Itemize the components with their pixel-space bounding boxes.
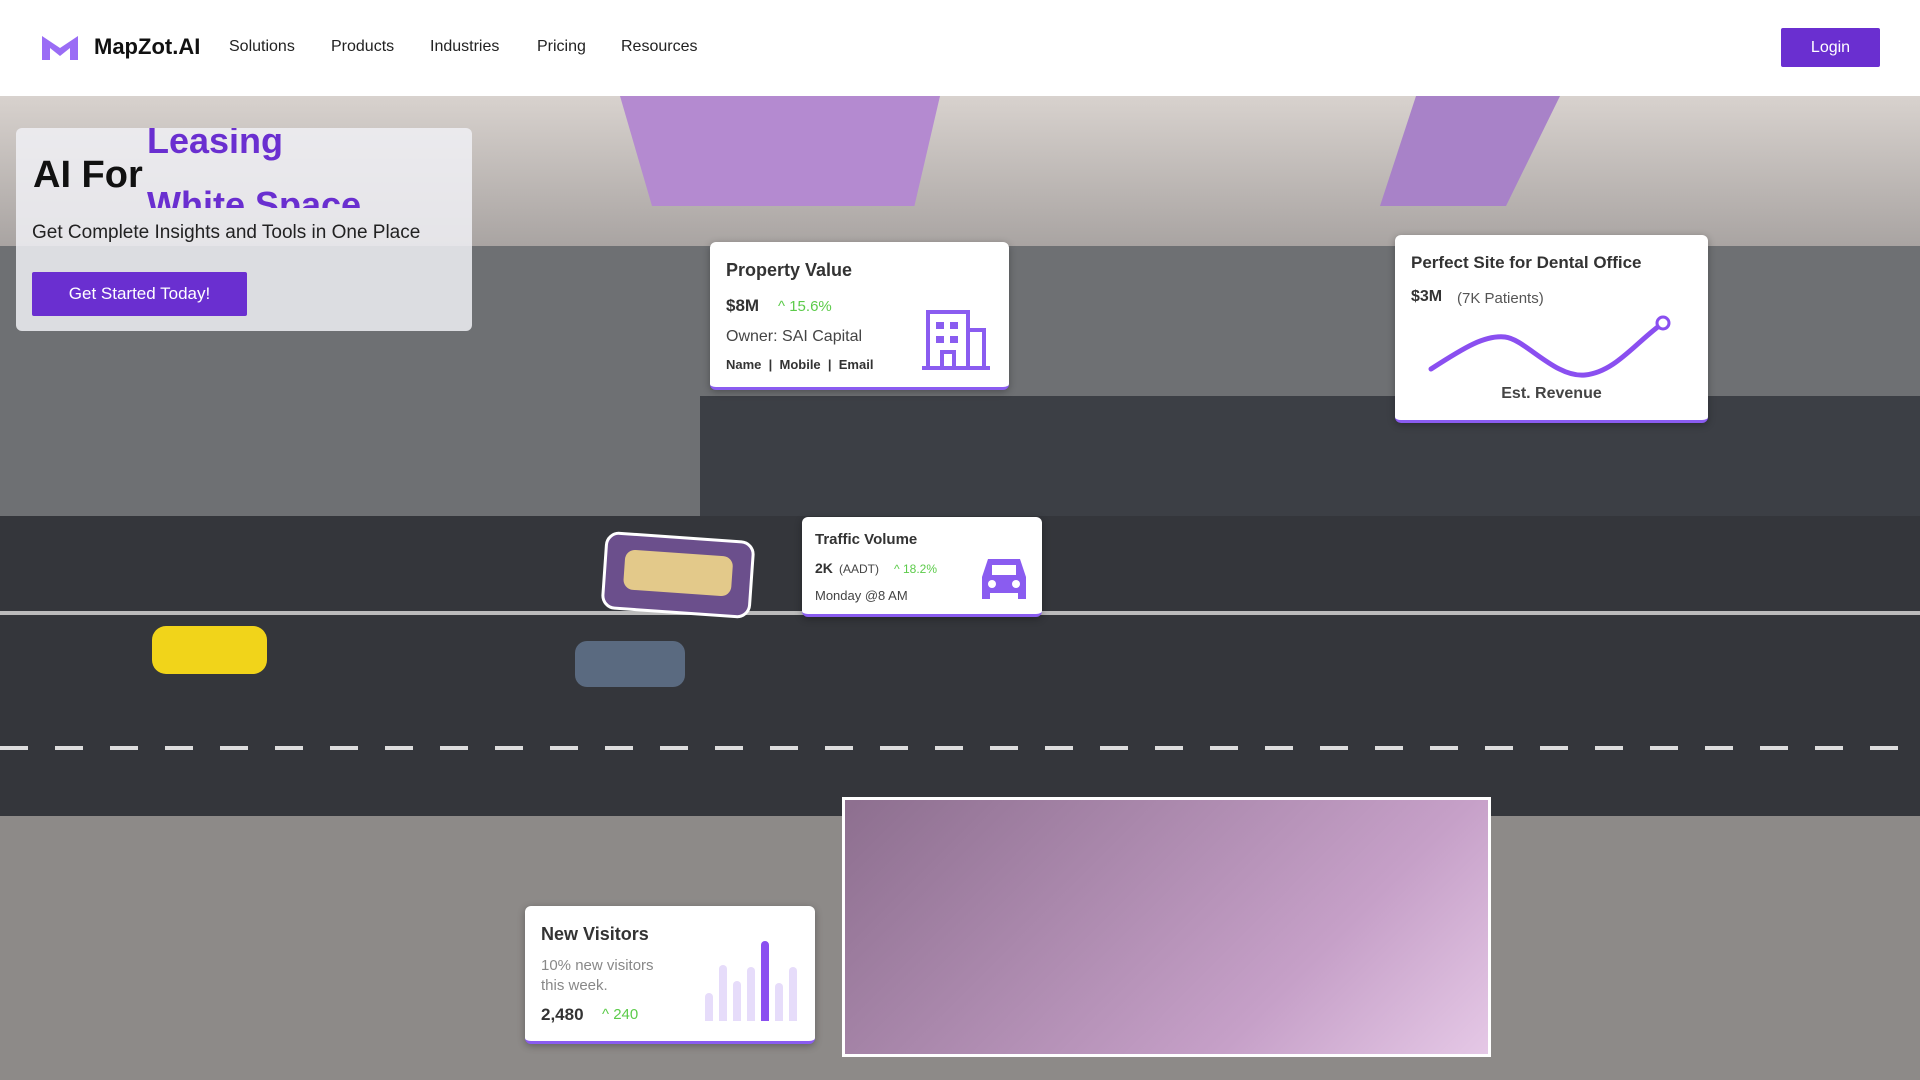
new-visitors-card[interactable]: New Visitors 10% new visitors this week.…: [525, 906, 815, 1044]
visitors-bar: [719, 965, 727, 1021]
visitors-bar: [733, 981, 741, 1021]
visitors-change: ^ 240: [602, 1006, 638, 1023]
card-title: Property Value: [726, 260, 853, 280]
nav-products[interactable]: Products: [331, 38, 394, 56]
revenue-value: $3M: [1411, 288, 1443, 305]
rotating-text: Leasing White Space: [147, 128, 427, 208]
highlighted-building: [620, 96, 940, 206]
brand-name[interactable]: MapZot.AI: [94, 34, 200, 60]
property-value-card[interactable]: Property Value $8M ^ 15.6% Owner: SAI Ca…: [710, 242, 1009, 390]
visitors-bar: [747, 966, 755, 1021]
card-title: New Visitors: [541, 924, 649, 944]
visitors-bar: [789, 966, 797, 1021]
highlighted-plaza[interactable]: [842, 797, 1491, 1057]
dental-office-card[interactable]: Perfect Site for Dental Office $3M (7K P…: [1395, 235, 1708, 423]
visitors-bar: [775, 982, 783, 1021]
nav-resources[interactable]: Resources: [621, 38, 697, 56]
car: [575, 641, 685, 687]
yellow-taxi: [152, 626, 267, 674]
traffic-time: Monday @8 AM: [815, 588, 908, 603]
building-icon: [922, 310, 990, 370]
top-nav: MapZot.AI Solutions Products Industries …: [0, 0, 1920, 96]
owner: Owner: SAI Capital: [726, 328, 863, 345]
arrow-up-icon: ^: [778, 298, 790, 315]
visitors-bar-chart: [705, 941, 801, 1021]
property-change: ^ 15.6%: [778, 298, 832, 315]
property-value: $8M: [726, 296, 760, 315]
traffic-volume-card[interactable]: Traffic Volume 2K (AADT) ^ 18.2% Monday …: [802, 517, 1042, 617]
parking-lot: [700, 396, 1920, 526]
arrow-up-icon: ^: [894, 562, 903, 576]
nav-solutions[interactable]: Solutions: [229, 38, 295, 56]
hero-card: Leasing White Space AI For Get Complete …: [16, 128, 472, 331]
rotating-word-leasing: Leasing: [147, 128, 284, 161]
visitors-description: 10% new visitors this week.: [541, 957, 654, 994]
visitors-bar: [761, 941, 769, 1021]
change-value: 18.2%: [902, 562, 937, 576]
card-title: Perfect Site for Dental Office: [1411, 253, 1642, 272]
patients: (7K Patients): [1457, 290, 1544, 307]
get-started-button[interactable]: Get Started Today!: [32, 272, 247, 316]
rotating-word-white-space: White Space: [147, 184, 362, 208]
nav-pricing[interactable]: Pricing: [537, 38, 586, 56]
traffic-value: 2K: [815, 560, 833, 576]
traffic-change: ^ 18.2%: [894, 562, 937, 576]
visitors-bar: [705, 993, 713, 1021]
change-value: 15.6%: [789, 298, 832, 315]
login-button[interactable]: Login: [1781, 28, 1880, 67]
contact-links[interactable]: Name | Mobile | Email: [726, 357, 873, 372]
hero-subtitle: Get Complete Insights and Tools in One P…: [32, 222, 421, 243]
chart-label: Est. Revenue: [1501, 385, 1602, 402]
nav-industries[interactable]: Industries: [430, 38, 499, 56]
card-title: Traffic Volume: [815, 531, 918, 548]
car-icon: [982, 559, 1026, 599]
traffic-unit: (AADT): [839, 562, 879, 576]
arrow-up-icon: ^: [602, 1006, 614, 1023]
visitors-count: 2,480: [541, 1005, 584, 1024]
mapzot-logo-icon[interactable]: [40, 34, 80, 62]
hero-prefix: AI For: [33, 154, 143, 196]
change-value: 240: [613, 1006, 639, 1023]
highlighted-taxi[interactable]: [600, 530, 756, 620]
dashed-lane: [0, 746, 1920, 750]
